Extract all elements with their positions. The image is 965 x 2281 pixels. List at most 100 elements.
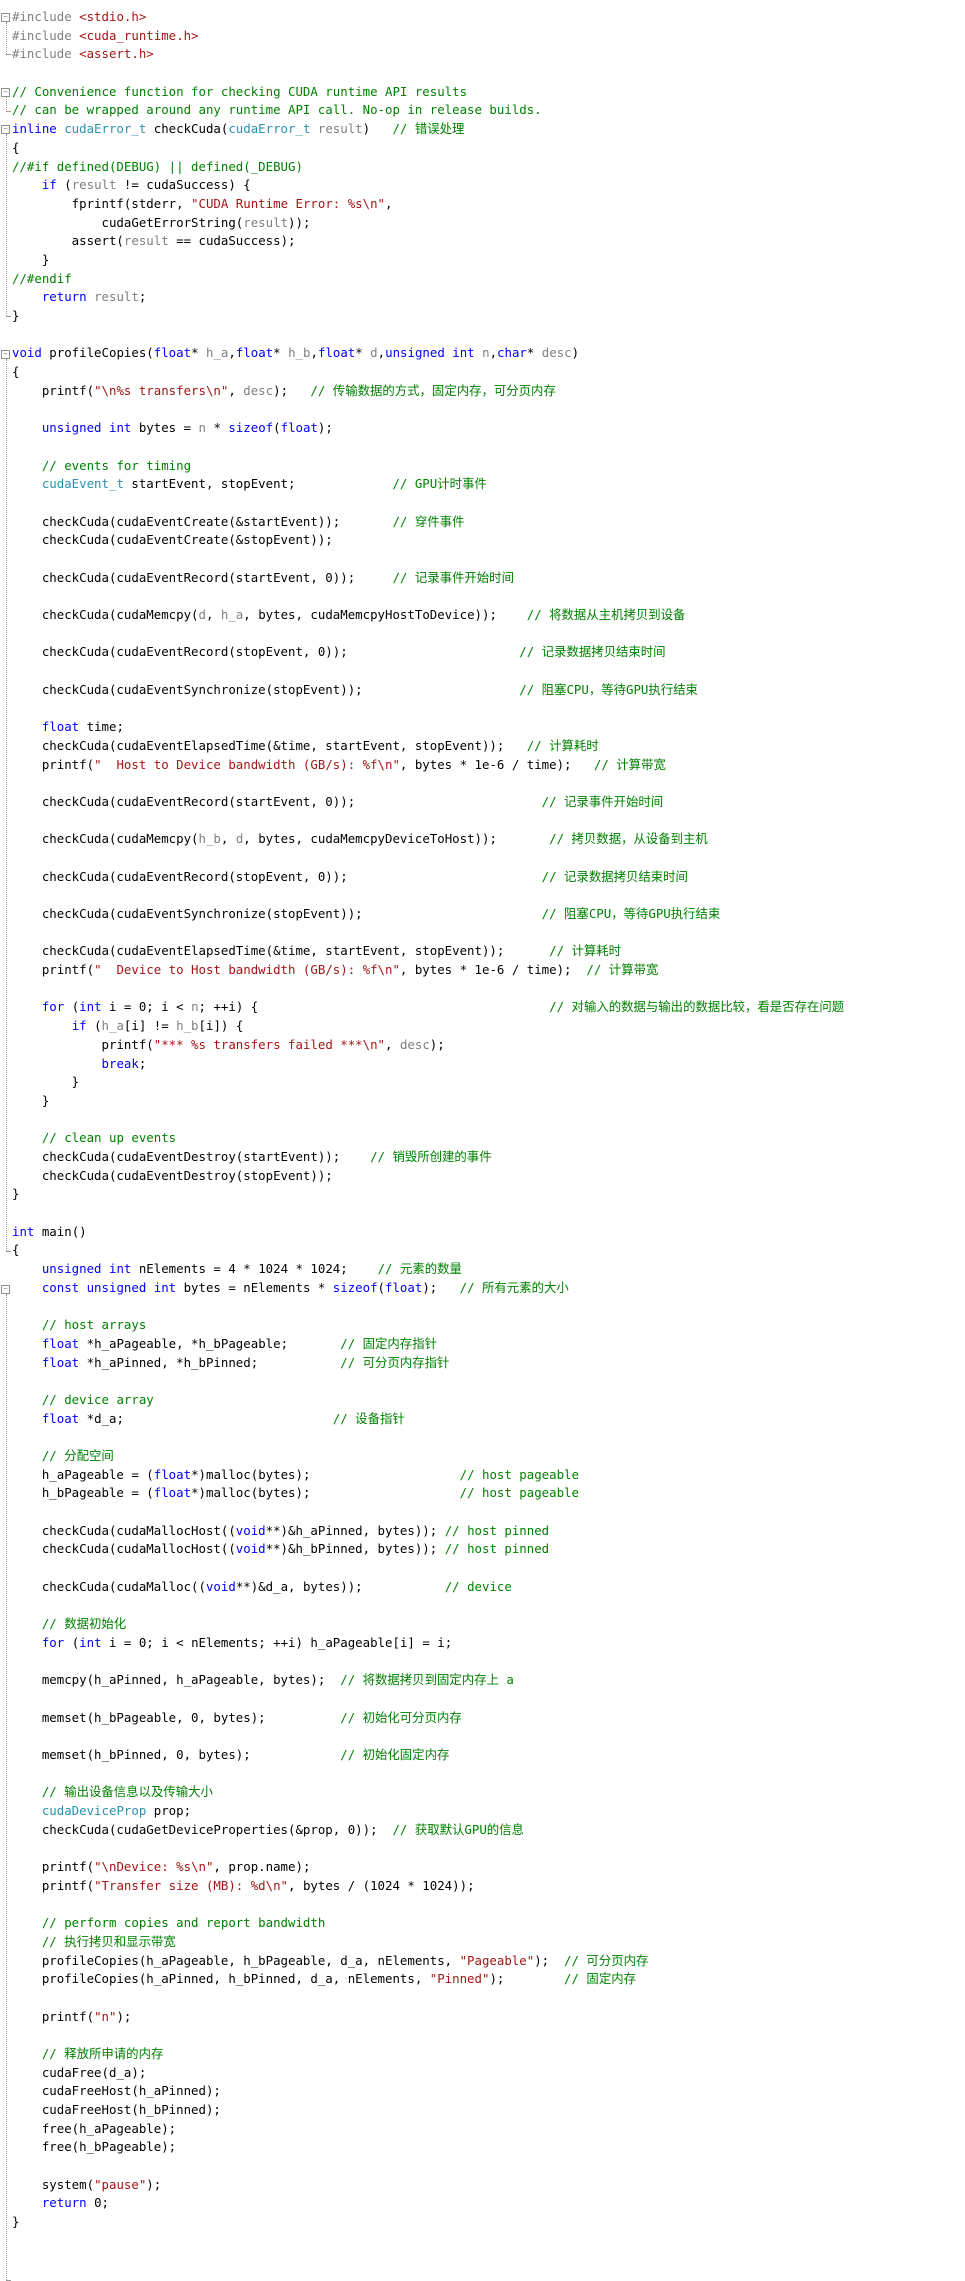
code-line[interactable] [12,2026,962,2045]
code-line[interactable]: return 0; [12,2194,962,2213]
code-line[interactable]: #include <assert.h> [12,45,962,64]
code-line[interactable]: } [12,307,962,326]
code-editor[interactable]: − − − − − #include <stdio.h> #include <cuda_r… [0,0,965,2281]
code-line[interactable]: system("pause"); [12,2176,962,2195]
code-line[interactable] [12,849,962,868]
code-line[interactable]: checkCuda(cudaMalloc((void**)&d_a, bytes… [12,1578,962,1597]
minus-square-icon[interactable]: − [1,349,10,359]
code-line[interactable]: // 输出设备信息以及传输大小 [12,1783,962,1802]
code-line[interactable] [12,1596,962,1615]
code-line[interactable]: float *h_aPinned, *h_bPinned; // 可分页内存指针 [12,1354,962,1373]
code-line[interactable]: checkCuda(cudaMemcpy(h_b, d, bytes, cuda… [12,830,962,849]
code-line[interactable]: } [12,2213,962,2232]
code-line[interactable]: cudaGetErrorString(result)); [12,214,962,233]
code-line[interactable]: printf("\n%s transfers\n", desc); // 传输数… [12,382,962,401]
code-line[interactable]: printf("n"); [12,2008,962,2027]
code-line[interactable]: // 执行拷贝和显示带宽 [12,1933,962,1952]
code-line[interactable]: // 释放所申请的内存 [12,2045,962,2064]
code-line[interactable]: #include <cuda_runtime.h> [12,27,962,46]
code-line[interactable]: checkCuda(cudaEventRecord(startEvent, 0)… [12,569,962,588]
code-line[interactable] [12,924,962,943]
code-line[interactable] [12,1372,962,1391]
code-line[interactable]: if (h_a[i] != h_b[i]) { [12,1017,962,1036]
code-line[interactable] [12,494,962,513]
code-line[interactable] [12,980,962,999]
code-line[interactable]: } [12,251,962,270]
code-line[interactable]: printf("*** %s transfers failed ***\n", … [12,1036,962,1055]
code-line[interactable]: break; [12,1055,962,1074]
code-line[interactable]: { [12,139,962,158]
code-line[interactable] [12,2157,962,2176]
code-line[interactable] [12,625,962,644]
code-line[interactable]: // perform copies and report bandwidth [12,1914,962,1933]
code-line[interactable] [12,886,962,905]
code-line[interactable] [12,1989,962,2008]
code-line[interactable] [12,587,962,606]
minus-square-icon[interactable]: − [1,13,10,22]
code-line[interactable]: checkCuda(cudaEventRecord(stopEvent, 0))… [12,643,962,662]
code-line[interactable] [12,662,962,681]
code-line[interactable]: memset(h_bPinned, 0, bytes); // 初始化固定内存 [12,1746,962,1765]
code-line[interactable]: } [12,1092,962,1111]
code-line[interactable] [12,1839,962,1858]
code-line[interactable]: //#if defined(DEBUG) || defined(_DEBUG) [12,158,962,177]
code-line[interactable]: cudaEvent_t startEvent, stopEvent; // GP… [12,475,962,494]
code-line[interactable]: for (int i = 0; i < nElements; ++i) h_aP… [12,1634,962,1653]
code-line[interactable] [12,812,962,831]
code-line[interactable] [12,1690,962,1709]
code-line[interactable]: if (result != cudaSuccess) { [12,176,962,195]
code-line[interactable]: free(h_aPageable); [12,2120,962,2139]
code-line[interactable] [12,1503,962,1522]
code-line[interactable] [12,400,962,419]
code-line[interactable]: checkCuda(cudaGetDeviceProperties(&prop,… [12,1821,962,1840]
code-line[interactable]: checkCuda(cudaEventDestroy(stopEvent)); [12,1167,962,1186]
code-line[interactable]: //#endif [12,270,962,289]
code-line[interactable]: h_aPageable = (float*)malloc(bytes); // … [12,1466,962,1485]
code-line[interactable]: assert(result == cudaSuccess); [12,232,962,251]
code-line[interactable] [12,1204,962,1223]
code-line[interactable]: checkCuda(cudaEventDestroy(startEvent));… [12,1148,962,1167]
code-line[interactable]: } [12,1185,962,1204]
minus-square-icon[interactable]: − [1,87,10,97]
code-line[interactable]: printf("Transfer size (MB): %d\n", bytes… [12,1877,962,1896]
code-line[interactable]: inline cudaError_t checkCuda(cudaError_t… [12,120,962,139]
code-line[interactable]: fprintf(stderr, "CUDA Runtime Error: %s\… [12,195,962,214]
code-line[interactable]: // clean up events [12,1129,962,1148]
code-line[interactable]: free(h_bPageable); [12,2138,962,2157]
code-line[interactable] [12,1653,962,1672]
code-line[interactable]: h_bPageable = (float*)malloc(bytes); // … [12,1484,962,1503]
code-line[interactable]: float *d_a; // 设备指针 [12,1410,962,1429]
code-line[interactable]: // Convenience function for checking CUD… [12,83,962,102]
code-line[interactable]: return result; [12,288,962,307]
code-line[interactable]: checkCuda(cudaEventRecord(stopEvent, 0))… [12,868,962,887]
code-line[interactable]: { [12,363,962,382]
code-line[interactable] [12,1727,962,1746]
code-line[interactable] [12,326,962,345]
code-line[interactable]: memset(h_bPageable, 0, bytes); // 初始化可分页… [12,1709,962,1728]
code-line[interactable] [12,1297,962,1316]
code-line[interactable] [12,64,962,83]
code-line[interactable]: checkCuda(cudaEventCreate(&startEvent));… [12,513,962,532]
code-line[interactable]: checkCuda(cudaEventElapsedTime(&time, st… [12,737,962,756]
code-line[interactable] [12,1428,962,1447]
code-line[interactable]: printf(" Host to Device bandwidth (GB/s)… [12,756,962,775]
code-line[interactable]: checkCuda(cudaEventSynchronize(stopEvent… [12,681,962,700]
code-line[interactable]: float time; [12,718,962,737]
code-line[interactable]: { [12,1241,962,1260]
code-line[interactable]: profileCopies(h_aPinned, h_bPinned, d_a,… [12,1970,962,1989]
code-line[interactable]: checkCuda(cudaEventElapsedTime(&time, st… [12,942,962,961]
code-line[interactable]: checkCuda(cudaEventRecord(startEvent, 0)… [12,793,962,812]
code-line[interactable] [12,1895,962,1914]
code-line[interactable]: checkCuda(cudaMallocHost((void**)&h_bPin… [12,1540,962,1559]
code-line[interactable]: // 数据初始化 [12,1615,962,1634]
code-line[interactable]: for (int i = 0; i < n; ++i) { // 对输入的数据与… [12,998,962,1017]
code-line[interactable]: #include <stdio.h> [12,8,962,27]
code-line[interactable]: const unsigned int bytes = nElements * s… [12,1279,962,1298]
code-line[interactable]: // can be wrapped around any runtime API… [12,101,962,120]
code-line[interactable]: int main() [12,1223,962,1242]
code-line[interactable]: checkCuda(cudaMallocHost((void**)&h_aPin… [12,1522,962,1541]
code-line[interactable] [12,1111,962,1130]
code-line[interactable]: } [12,1073,962,1092]
code-line[interactable]: // 分配空间 [12,1447,962,1466]
code-line[interactable] [12,1559,962,1578]
